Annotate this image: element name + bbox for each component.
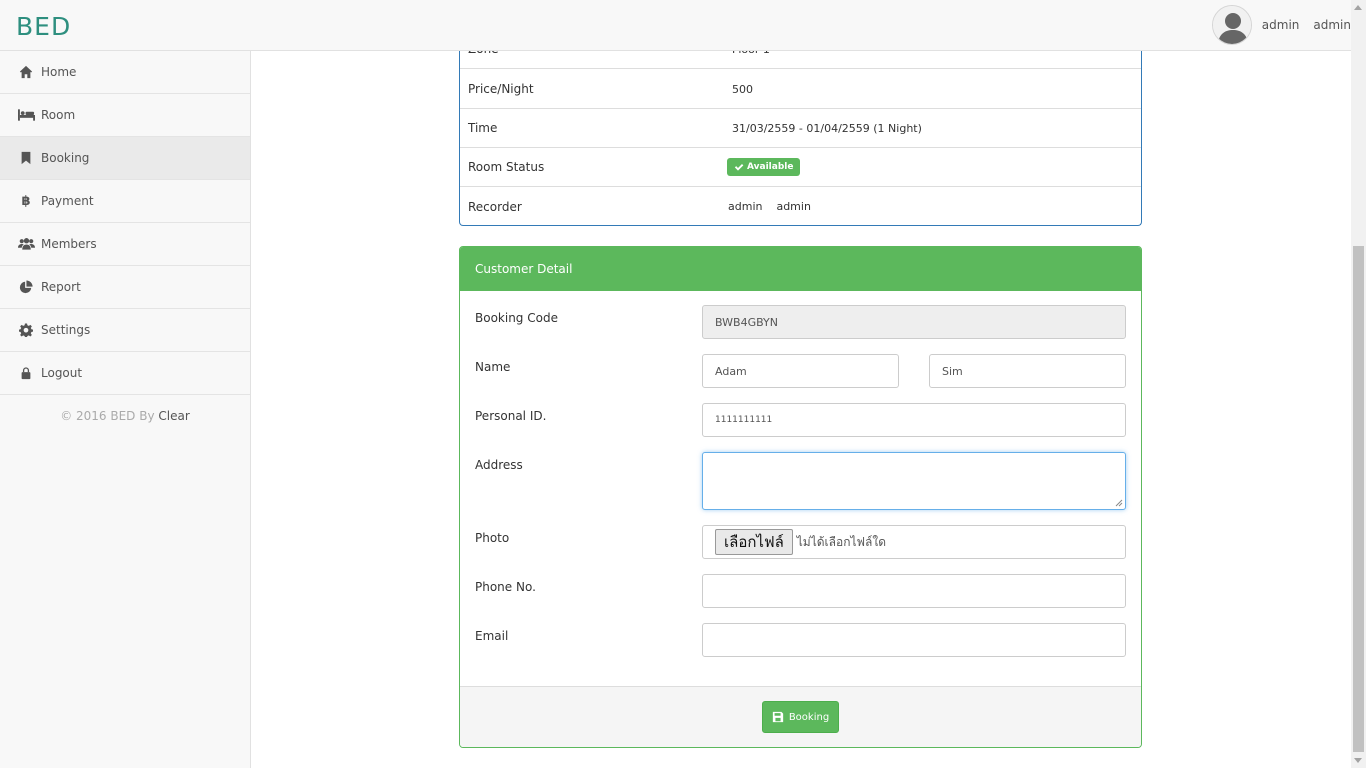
phone-label: Phone No. bbox=[475, 580, 536, 594]
no-file-chosen-text: ไม่ได้เลือกไฟล์ใด bbox=[796, 534, 887, 549]
personal-id-label: Personal ID. bbox=[475, 409, 547, 423]
address-textarea[interactable] bbox=[702, 452, 1126, 510]
sidebar: Home Room Booking ฿ Payment Members Repo… bbox=[0, 51, 251, 768]
first-name-field[interactable]: Adam bbox=[702, 354, 899, 388]
users-icon bbox=[17, 236, 35, 252]
resize-grip-icon[interactable] bbox=[1115, 499, 1123, 507]
sidebar-item-members[interactable]: Members bbox=[0, 223, 250, 266]
copyright-text: © 2016 BED By bbox=[60, 409, 155, 423]
info-row-price: Price/Night 500 bbox=[460, 70, 1141, 109]
photo-label: Photo bbox=[475, 531, 510, 545]
sidebar-item-booking[interactable]: Booking bbox=[0, 137, 250, 180]
sidebar-item-label: Home bbox=[41, 65, 77, 79]
personal-id-value: 1111111111 bbox=[715, 415, 773, 425]
gear-icon bbox=[17, 322, 35, 338]
booking-button-label: Booking bbox=[788, 711, 830, 723]
home-icon bbox=[17, 64, 35, 80]
booking-code-label: Booking Code bbox=[475, 311, 558, 325]
last-name-field[interactable]: Sim bbox=[929, 354, 1126, 388]
sidebar-item-label: Room bbox=[41, 108, 76, 122]
info-row-recorder: Recorder admin admin bbox=[460, 187, 1141, 226]
status-badge: Available bbox=[727, 158, 801, 176]
scroll-thumb[interactable] bbox=[1353, 246, 1364, 752]
user-menu[interactable]: admin admin bbox=[1211, 0, 1351, 50]
save-icon bbox=[772, 711, 783, 723]
sidebar-item-report[interactable]: Report bbox=[0, 266, 250, 309]
choose-file-button[interactable]: เลือกไฟล์ bbox=[715, 529, 793, 555]
user-first-name[interactable]: admin bbox=[1262, 18, 1300, 32]
bed-icon bbox=[17, 107, 35, 123]
personal-id-field[interactable]: 1111111111 bbox=[702, 403, 1126, 437]
sidebar-footer: © 2016 BED By Clear bbox=[0, 395, 250, 423]
booking-button[interactable]: Booking bbox=[761, 701, 840, 733]
pie-chart-icon bbox=[17, 279, 35, 295]
bitcoin-icon: ฿ bbox=[21, 193, 31, 209]
sidebar-item-logout[interactable]: Logout bbox=[0, 352, 250, 395]
price-value: 500 bbox=[732, 82, 753, 96]
top-navbar: BED admin admin bbox=[0, 0, 1351, 51]
status-badge-text: Available bbox=[747, 162, 794, 172]
room-status-label: Room Status bbox=[468, 160, 545, 174]
sidebar-item-room[interactable]: Room bbox=[0, 94, 250, 137]
info-row-time: Time 31/03/2559 - 01/04/2559 (1 Night) bbox=[460, 109, 1141, 148]
avatar[interactable] bbox=[1211, 5, 1252, 45]
time-value: 31/03/2559 - 01/04/2559 (1 Night) bbox=[732, 121, 922, 135]
customer-detail-heading: Customer Detail bbox=[460, 247, 1141, 291]
info-row-status: Room Status Available bbox=[460, 148, 1141, 187]
recorder-value: admin admin bbox=[728, 200, 811, 213]
sidebar-item-label: Logout bbox=[41, 366, 83, 380]
scroll-up-icon[interactable] bbox=[1354, 5, 1362, 10]
sidebar-item-label: Members bbox=[41, 237, 97, 251]
address-label: Address bbox=[475, 458, 523, 472]
email-field[interactable] bbox=[702, 623, 1126, 657]
sidebar-item-home[interactable]: Home bbox=[0, 51, 250, 94]
lock-icon bbox=[17, 365, 35, 381]
check-icon bbox=[734, 164, 744, 171]
sidebar-item-label: Settings bbox=[41, 323, 91, 337]
price-label: Price/Night bbox=[468, 82, 534, 96]
user-last-name[interactable]: admin bbox=[1313, 18, 1351, 32]
time-label: Time bbox=[468, 121, 498, 135]
email-label: Email bbox=[475, 629, 509, 643]
scroll-down-icon[interactable] bbox=[1354, 758, 1362, 763]
customer-panel-footer: Booking bbox=[460, 686, 1141, 747]
sidebar-item-settings[interactable]: Settings bbox=[0, 309, 250, 352]
booking-code-field: BWB4GBYN bbox=[702, 305, 1126, 339]
brand-logo[interactable]: BED bbox=[16, 12, 71, 41]
name-label: Name bbox=[475, 360, 511, 374]
author-link[interactable]: Clear bbox=[158, 409, 189, 423]
page-scrollbar[interactable] bbox=[1351, 0, 1366, 768]
customer-detail-panel: Customer Detail Booking Code BWB4GBYN Na… bbox=[459, 246, 1142, 748]
room-info-panel: Zone Floor 1 Price/Night 500 Time 31/03/… bbox=[459, 30, 1142, 226]
photo-file-input[interactable]: เลือกไฟล์ ไม่ได้เลือกไฟล์ใด bbox=[702, 525, 1126, 559]
bookmark-icon bbox=[17, 150, 35, 166]
sidebar-item-label: Booking bbox=[41, 151, 90, 165]
phone-field[interactable] bbox=[702, 574, 1126, 608]
last-name-value: Sim bbox=[942, 364, 963, 378]
sidebar-item-label: Report bbox=[41, 280, 81, 294]
sidebar-item-payment[interactable]: ฿ Payment bbox=[0, 180, 250, 223]
first-name-value: Adam bbox=[715, 364, 747, 378]
recorder-label: Recorder bbox=[468, 199, 522, 214]
booking-code-value: BWB4GBYN bbox=[715, 315, 778, 329]
sidebar-item-label: Payment bbox=[41, 194, 94, 208]
